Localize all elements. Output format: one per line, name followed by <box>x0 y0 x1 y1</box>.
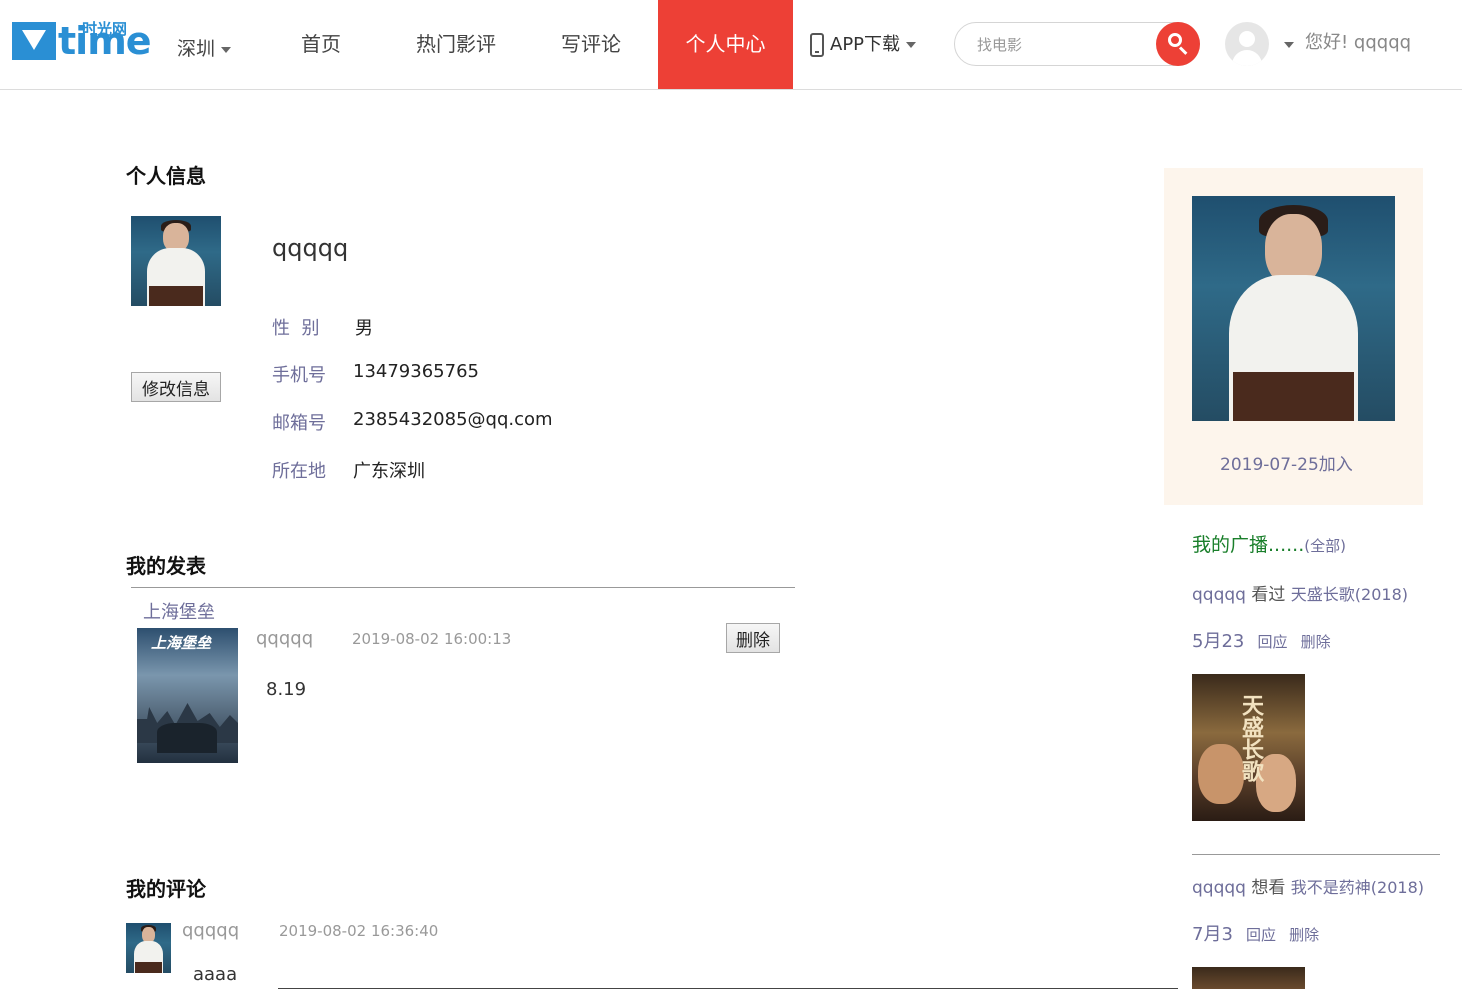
comment-text: aaaa <box>193 964 238 985</box>
post-movie-poster[interactable]: 上海堡垒 <box>137 628 238 763</box>
broadcast-all-link[interactable]: (全部) <box>1304 537 1346 555</box>
nav-write-review[interactable]: 写评论 <box>530 0 652 89</box>
feed-meta: 7月3 回应 删除 <box>1192 920 1319 946</box>
divider <box>131 587 795 588</box>
search-input[interactable] <box>975 33 1149 57</box>
broadcast-title-label: 我的广播...... <box>1192 534 1305 556</box>
mtime-logo[interactable]: time 时光网 <box>12 20 152 66</box>
feed-movie-poster[interactable] <box>1192 967 1305 989</box>
field-label-email: 邮箱号 <box>272 413 326 434</box>
feed-movie-link[interactable]: 我不是药神(2018) <box>1291 878 1424 897</box>
feed-movie-poster[interactable]: 天盛长歌 <box>1192 674 1305 821</box>
edit-info-button[interactable]: 修改信息 <box>131 372 221 402</box>
profile-avatar <box>131 216 221 306</box>
chevron-down-icon <box>221 46 232 53</box>
feed-reply-link[interactable]: 回应 <box>1246 926 1276 944</box>
post-movie-title[interactable]: 上海堡垒 <box>143 598 215 624</box>
feed-meta: 5月23 回应 删除 <box>1192 627 1331 653</box>
comment-author: qqqqq <box>182 920 240 941</box>
profile-username: qqqqq <box>272 234 349 262</box>
app-download-menu[interactable]: APP下载 <box>810 30 917 57</box>
logo-cn-text: 时光网 <box>82 20 128 38</box>
search-icon <box>1168 33 1182 47</box>
field-value-phone: 13479365765 <box>353 361 479 382</box>
section-title-my-posts: 我的发表 <box>126 554 206 578</box>
profile-card-photo <box>1192 196 1395 421</box>
logo-m-icon <box>12 22 56 60</box>
join-date: 2019-07-25加入 <box>1220 455 1353 475</box>
feed-action: 看过 <box>1251 585 1286 605</box>
user-head-icon <box>1239 31 1255 47</box>
field-label-location: 所在地 <box>272 461 326 482</box>
feed-action: 想看 <box>1251 878 1286 898</box>
search-icon-handle <box>1178 46 1188 55</box>
feed-date: 7月3 <box>1192 924 1233 945</box>
field-value-email: 2385432085@qq.com <box>353 409 553 430</box>
city-selector[interactable]: 深圳 <box>177 34 232 61</box>
post-author: qqqqq <box>256 628 314 649</box>
nav-home[interactable]: 首页 <box>262 0 380 89</box>
feed-reply-link[interactable]: 回应 <box>1257 633 1287 651</box>
feed-user[interactable]: qqqqq <box>1192 585 1246 605</box>
feed-item-text: qqqqq 想看 我不是药神(2018) <box>1192 873 1424 898</box>
field-label-gender: 性 别 <box>272 318 320 339</box>
comment-avatar <box>126 923 171 973</box>
search-button[interactable] <box>1156 22 1200 66</box>
greeting-text: 您好! qqqqq <box>1305 32 1412 53</box>
field-value-location: 广东深圳 <box>353 461 425 482</box>
section-title-personal-info: 个人信息 <box>126 164 206 188</box>
app-download-label: APP下载 <box>830 34 901 55</box>
chevron-down-icon[interactable] <box>1284 42 1294 48</box>
divider <box>1192 854 1440 855</box>
search-box <box>954 22 1200 66</box>
field-value-gender: 男 <box>355 318 373 339</box>
user-body-icon <box>1232 50 1262 66</box>
post-score: 8.19 <box>266 679 307 700</box>
post-time: 2019-08-02 16:00:13 <box>352 630 512 648</box>
broadcast-title: 我的广播......(全部) <box>1192 530 1346 557</box>
feed-date: 5月23 <box>1192 631 1245 652</box>
feed-item-text: qqqqq 看过 天盛长歌(2018) <box>1192 580 1408 605</box>
section-title-my-comments: 我的评论 <box>126 877 206 901</box>
chevron-down-icon <box>906 42 917 48</box>
top-navbar: time 时光网 深圳 首页 热门影评 写评论 个人中心 APP下载 您好! q… <box>0 0 1462 90</box>
nav-hot-reviews[interactable]: 热门影评 <box>395 0 517 89</box>
city-label: 深圳 <box>177 38 216 60</box>
feed-movie-link[interactable]: 天盛长歌(2018) <box>1291 585 1408 604</box>
delete-post-button[interactable]: 删除 <box>726 623 780 653</box>
nav-personal-center[interactable]: 个人中心 <box>658 0 793 89</box>
comment-time: 2019-08-02 16:36:40 <box>279 922 439 940</box>
feed-delete-link[interactable]: 删除 <box>1289 926 1319 944</box>
feed-user[interactable]: qqqqq <box>1192 878 1246 898</box>
poster-title-text: 天盛长歌 <box>1238 694 1263 782</box>
user-avatar[interactable] <box>1225 22 1269 66</box>
poster-title-text: 上海堡垒 <box>151 634 212 652</box>
phone-icon <box>810 33 824 57</box>
feed-delete-link[interactable]: 删除 <box>1301 633 1331 651</box>
field-label-phone: 手机号 <box>272 365 326 386</box>
